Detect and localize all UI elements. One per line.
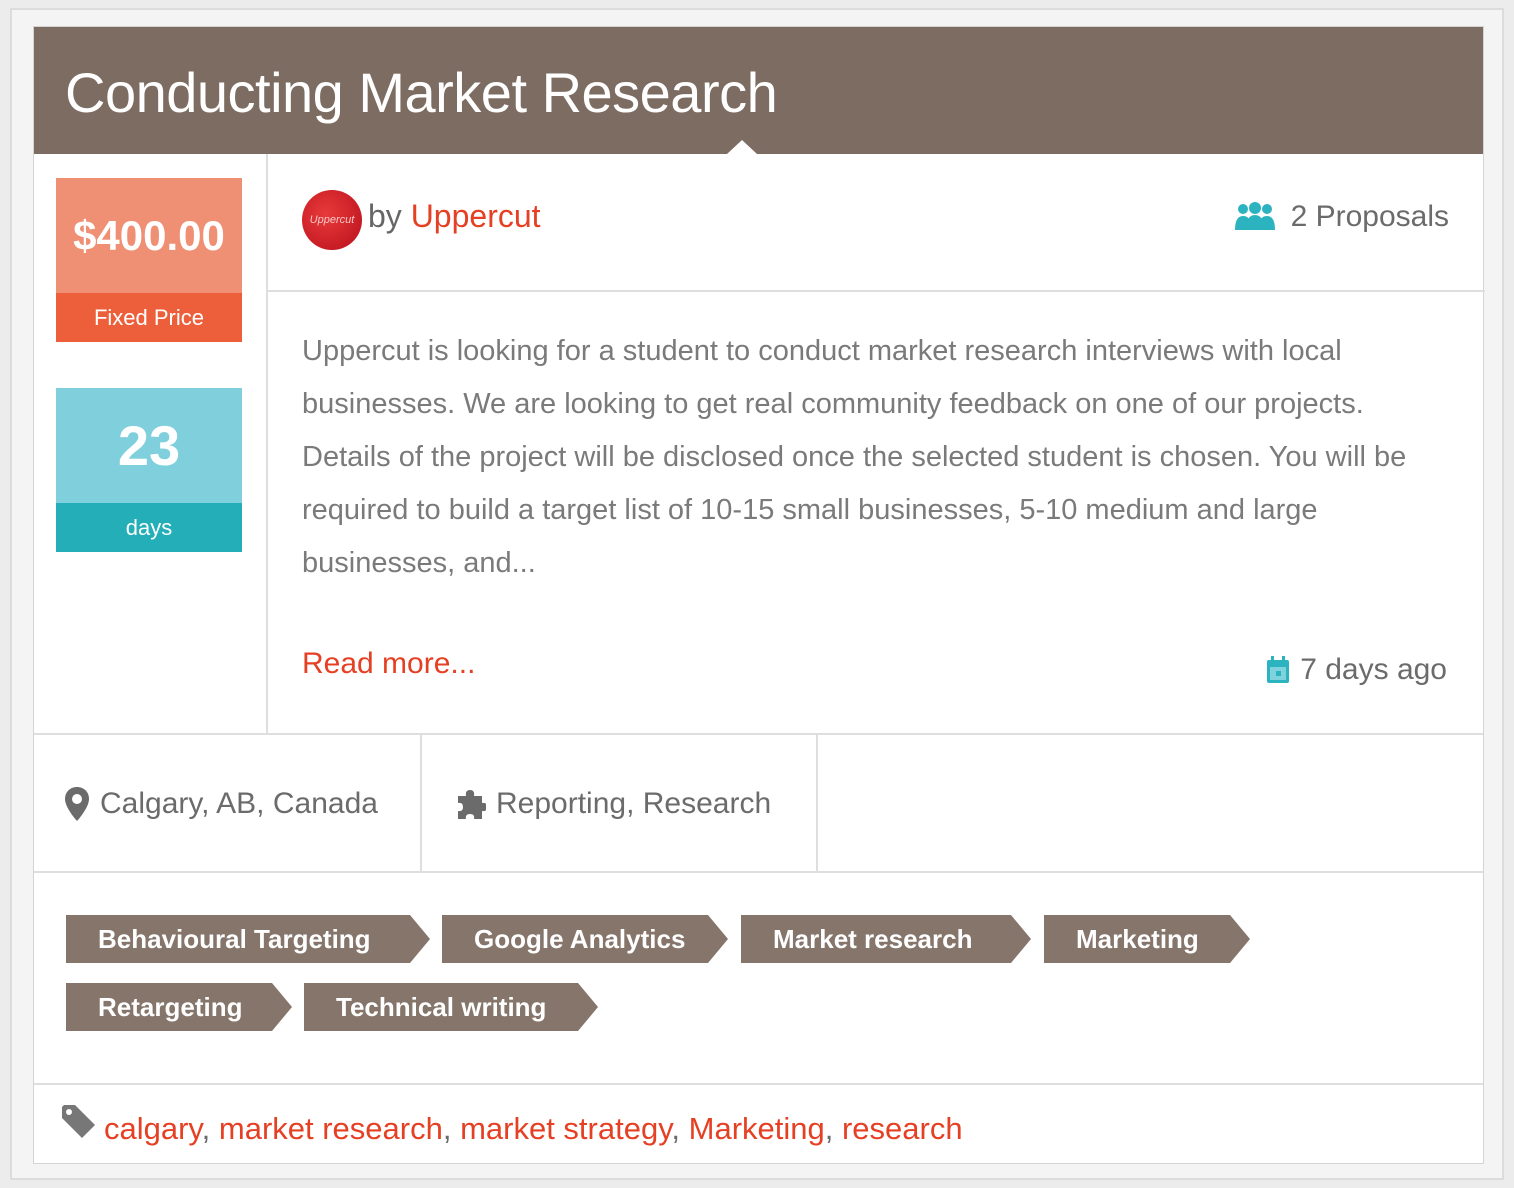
category-text: Reporting, Research bbox=[496, 787, 772, 820]
category-cell: Reporting, Research bbox=[422, 735, 818, 873]
tag-separator: , bbox=[824, 1111, 842, 1146]
price-value: $400.00 bbox=[56, 178, 242, 293]
avatar[interactable]: Uppercut bbox=[302, 190, 362, 250]
read-more-link[interactable]: Read more... bbox=[302, 647, 475, 681]
skill-tag[interactable]: Marketing bbox=[1044, 915, 1250, 963]
job-card: Conducting Market Research $400.00 Fixed… bbox=[33, 26, 1485, 1164]
calendar-icon bbox=[1267, 656, 1290, 683]
caret-up-icon bbox=[727, 140, 757, 154]
skill-tag[interactable]: Technical writing bbox=[304, 983, 598, 1031]
users-icon bbox=[1234, 202, 1275, 230]
job-info-row: Calgary, AB, Canada Reporting, Research bbox=[34, 733, 1483, 873]
location-text: Calgary, AB, Canada bbox=[100, 787, 378, 820]
map-pin-icon bbox=[65, 787, 89, 821]
duration-value: 23 bbox=[56, 388, 242, 503]
job-title[interactable]: Conducting Market Research bbox=[65, 60, 778, 125]
tags-row: calgary, market research, market strateg… bbox=[34, 1083, 1483, 1163]
puzzle-icon bbox=[458, 790, 486, 819]
skill-tag[interactable]: Market research bbox=[741, 915, 1031, 963]
skill-tag[interactable]: Google Analytics bbox=[442, 915, 728, 963]
proposals-label: 2 Proposals bbox=[1290, 200, 1449, 233]
price-box: $400.00 Fixed Price bbox=[56, 178, 242, 342]
posted-date: 7 days ago bbox=[1266, 653, 1447, 687]
tag-separator: , bbox=[442, 1111, 461, 1146]
tag-link[interactable]: calgary bbox=[104, 1111, 202, 1146]
job-stats-column: $400.00 Fixed Price 23 days bbox=[34, 154, 268, 733]
skill-tag[interactable]: Retargeting bbox=[66, 983, 292, 1031]
tag-link[interactable]: research bbox=[842, 1111, 963, 1146]
author-row: Uppercut by Uppercut 2 Proposals bbox=[268, 154, 1485, 292]
author-link[interactable]: Uppercut bbox=[411, 198, 541, 234]
location-cell: Calgary, AB, Canada bbox=[34, 735, 422, 873]
proposals-count: 2 Proposals bbox=[1233, 200, 1449, 234]
duration-unit: days bbox=[56, 503, 242, 552]
duration-box: 23 days bbox=[56, 388, 242, 552]
tag-link[interactable]: Marketing bbox=[689, 1111, 825, 1146]
by-label: by bbox=[368, 198, 411, 234]
job-description: Uppercut is looking for a student to con… bbox=[302, 335, 1407, 579]
skill-tag[interactable]: Behavioural Targeting bbox=[66, 915, 430, 963]
tag-icon bbox=[62, 1105, 95, 1138]
avatar-logo-text: Uppercut bbox=[309, 214, 355, 226]
tag-separator: , bbox=[671, 1111, 689, 1146]
posted-date-text: 7 days ago bbox=[1300, 653, 1447, 686]
title-bar: Conducting Market Research bbox=[34, 27, 1483, 154]
tags-list: calgary, market research, market strateg… bbox=[104, 1111, 963, 1147]
tag-link[interactable]: market research bbox=[219, 1111, 443, 1146]
tag-link[interactable]: market strategy bbox=[460, 1111, 671, 1146]
price-type: Fixed Price bbox=[56, 293, 242, 342]
tag-separator: , bbox=[201, 1111, 219, 1146]
posted-by: by Uppercut bbox=[368, 198, 541, 235]
